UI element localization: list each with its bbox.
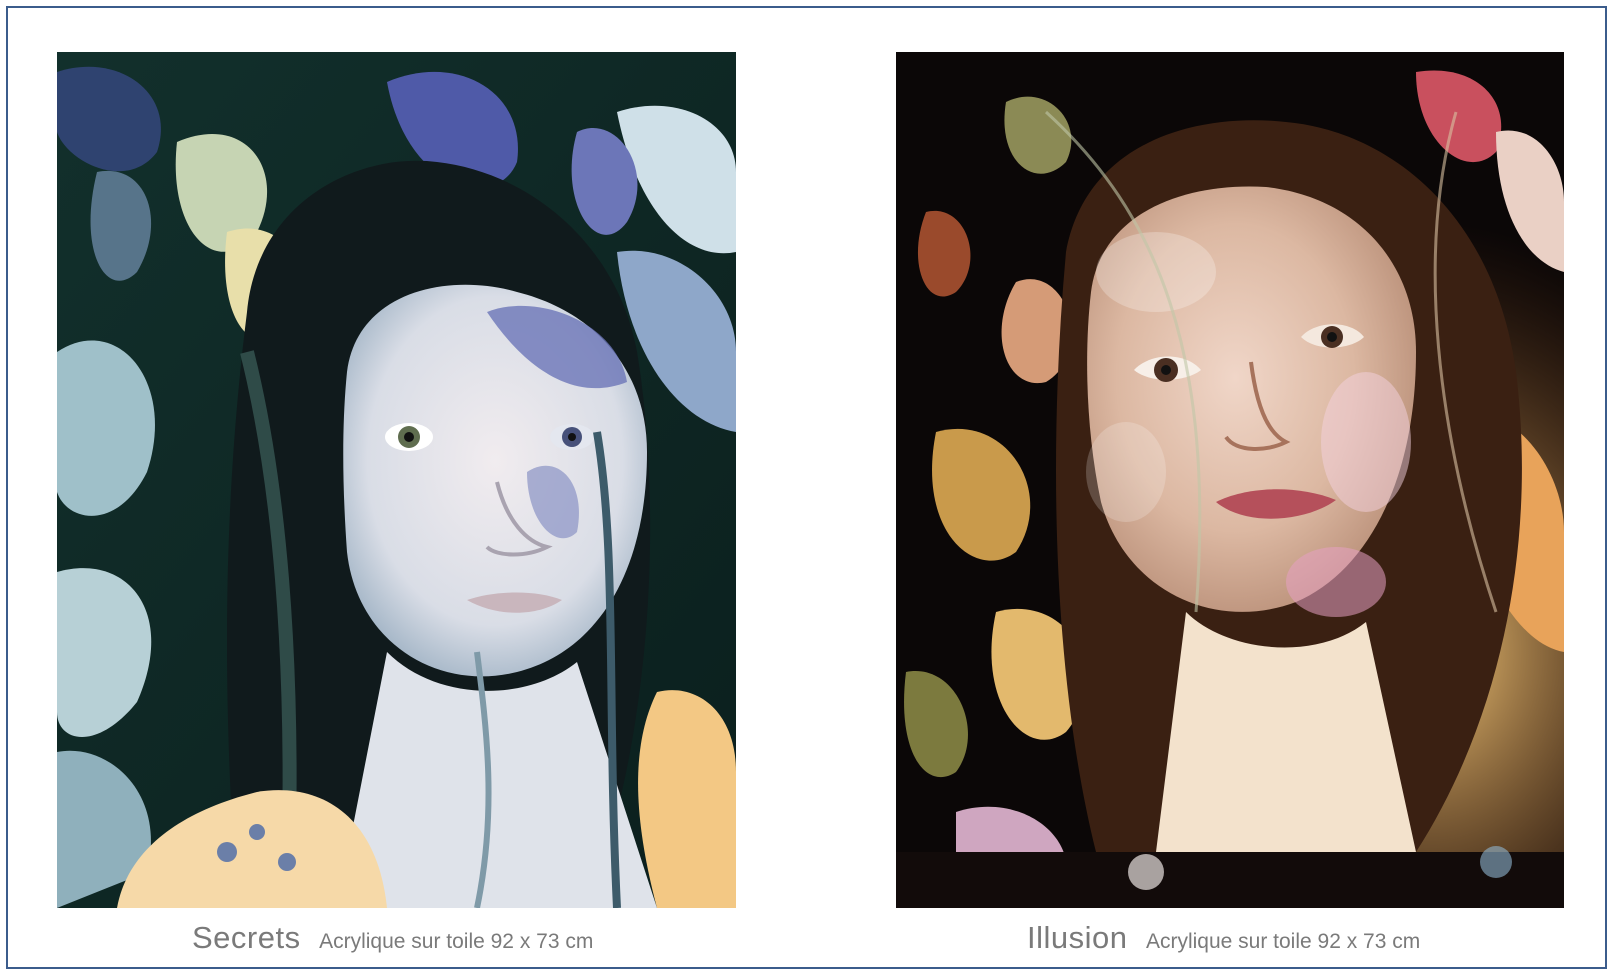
caption-illusion: Illusion Acrylique sur toile 92 x 73 cm bbox=[1027, 918, 1420, 964]
artwork-title: Illusion bbox=[1027, 920, 1128, 955]
painting-illusion-image bbox=[896, 52, 1564, 908]
artwork-medium: Acrylique sur toile 92 x 73 cm bbox=[1145, 930, 1421, 953]
artwork-medium: Acrylique sur toile 92 x 73 cm bbox=[319, 930, 594, 953]
caption-secrets: Secrets Acrylique sur toile 92 x 73 cm bbox=[192, 918, 593, 964]
artwork-title: Secrets bbox=[192, 920, 301, 955]
painting-secrets-image bbox=[57, 52, 736, 908]
